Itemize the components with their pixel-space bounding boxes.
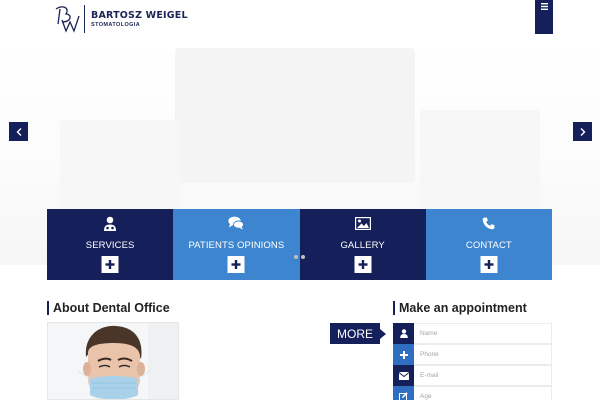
phone-input[interactable] (414, 344, 552, 365)
field-icon (393, 365, 414, 386)
phone-icon (483, 217, 495, 229)
tile-gallery[interactable]: GALLERY (299, 209, 426, 280)
logo-divider (84, 5, 85, 33)
tile-plus-button[interactable] (354, 256, 372, 273)
logo[interactable]: BARTOSZ WEIGEL STOMATOLOGIA (50, 4, 188, 34)
feature-tiles: SERVICES PATIENTS OPINIONS GALLERY CONTA… (47, 209, 552, 280)
tile-label: CONTACT (465, 240, 512, 251)
tile-patients-opinions[interactable]: PATIENTS OPINIONS (173, 209, 300, 280)
email-input[interactable] (414, 365, 552, 386)
plus-icon (358, 260, 368, 269)
menu-button[interactable] (535, 0, 553, 34)
brand-name: BARTOSZ WEIGEL (91, 10, 188, 21)
slider-dots (294, 255, 305, 259)
edit-icon (399, 392, 408, 400)
tile-label: GALLERY (340, 240, 385, 251)
plus-icon (231, 260, 241, 269)
dentist-photo (47, 322, 179, 400)
image-icon (354, 216, 371, 230)
plus-icon (105, 260, 115, 269)
name-input[interactable] (414, 323, 552, 344)
more-button[interactable]: MORE (330, 323, 386, 344)
age-input[interactable] (414, 386, 552, 400)
envelope-icon (398, 371, 409, 380)
site-header: BARTOSZ WEIGEL STOMATOLOGIA (0, 0, 600, 40)
page: BARTOSZ WEIGEL STOMATOLOGIA SERVICES PAT… (0, 0, 600, 400)
slider-prev-button[interactable] (9, 122, 28, 141)
appointment-form (393, 323, 552, 400)
brand-subtitle: STOMATOLOGIA (91, 22, 141, 28)
field-icon (393, 344, 414, 365)
tile-contact[interactable]: CONTACT (425, 209, 552, 280)
slider-dot[interactable] (301, 255, 305, 259)
slider-dot[interactable] (294, 255, 298, 259)
field-icon (393, 386, 414, 400)
tile-label: PATIENTS OPINIONS (188, 240, 285, 251)
appointment-row-age (393, 386, 552, 400)
appointment-title: Make an appointment (393, 301, 527, 315)
tile-plus-button[interactable] (480, 256, 498, 273)
plus-icon (399, 350, 408, 359)
doctor-icon (104, 216, 117, 231)
hamburger-icon (540, 3, 548, 10)
user-icon (399, 329, 408, 338)
chevron-left-icon (16, 127, 21, 136)
tile-services[interactable]: SERVICES (47, 209, 174, 280)
about-title: About Dental Office (47, 301, 170, 315)
tile-label: SERVICES (85, 240, 135, 251)
slider-next-button[interactable] (573, 122, 592, 141)
appointment-row-email (393, 365, 552, 386)
chevron-right-icon (580, 127, 585, 136)
logo-monogram (50, 4, 82, 34)
appointment-row-phone (393, 344, 552, 365)
appointment-row-name (393, 323, 552, 344)
tile-plus-button[interactable] (101, 256, 119, 273)
chat-bubbles-icon (228, 216, 245, 230)
field-icon (393, 323, 414, 344)
plus-icon (484, 260, 494, 269)
tile-plus-button[interactable] (227, 256, 245, 273)
